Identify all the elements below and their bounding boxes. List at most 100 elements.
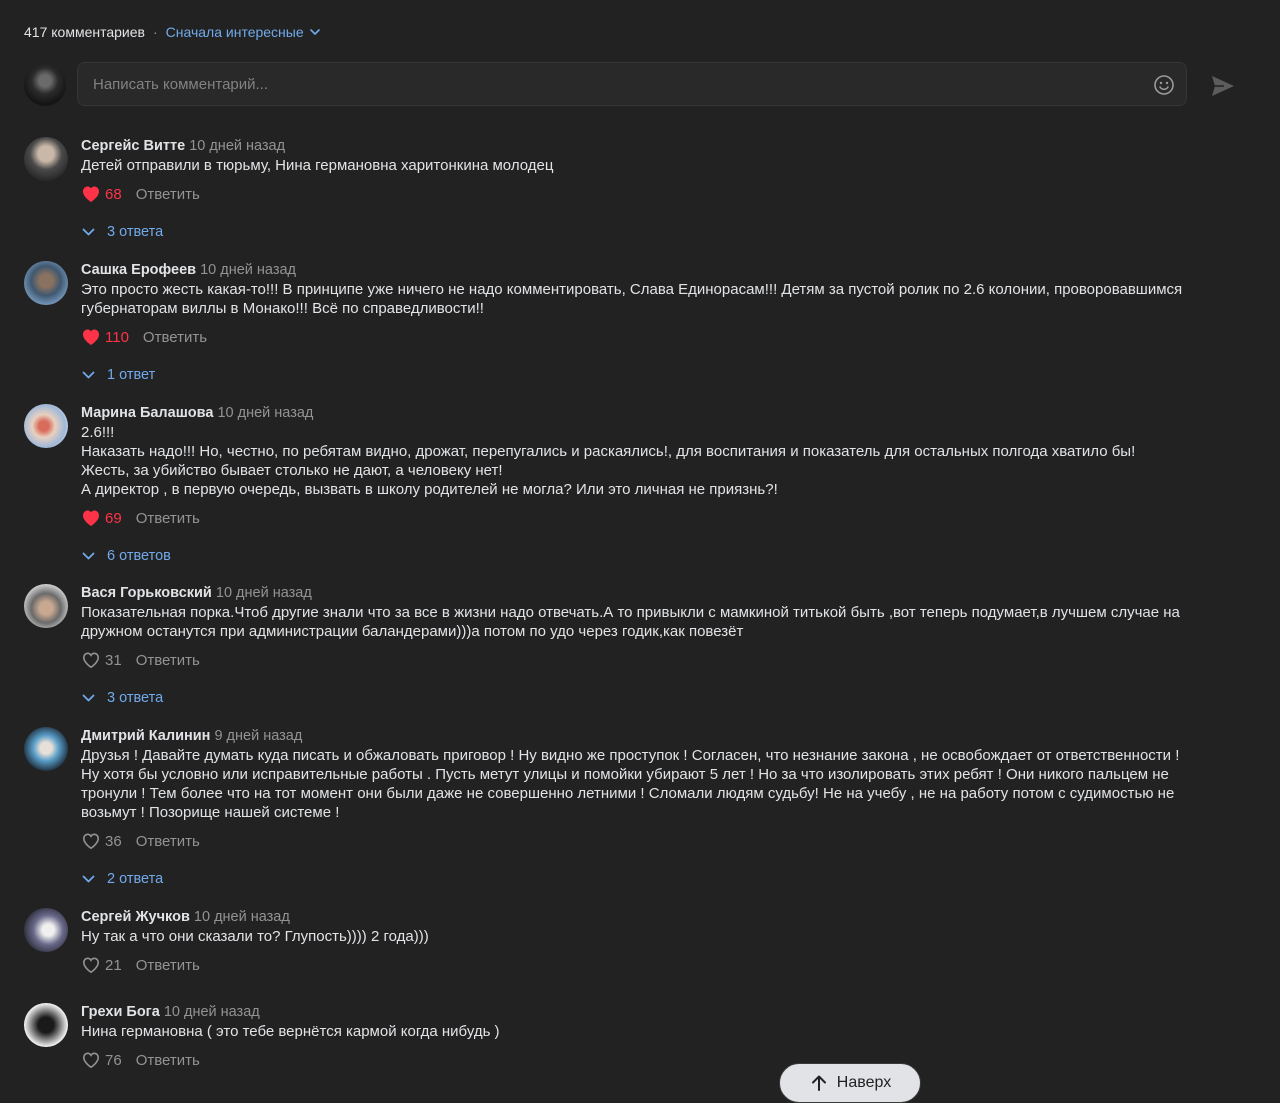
scroll-to-top-label[interactable]: Наверх — [837, 1074, 891, 1092]
show-replies-button[interactable]: 1 ответ — [82, 365, 155, 385]
comment-input-placeholder[interactable]: Написать комментарий... — [93, 76, 268, 93]
comment-author[interactable]: Грехи Бога — [81, 1004, 160, 1020]
avatar[interactable] — [24, 584, 68, 628]
comment-time[interactable]: 10 дней назад — [194, 909, 290, 925]
chevron-down-icon[interactable] — [82, 694, 95, 702]
comment-text: Показательная порка.Чтоб другие знали чт… — [81, 603, 1246, 641]
avatar[interactable] — [24, 404, 68, 448]
heart-filled-icon[interactable] — [81, 328, 101, 346]
comment-author[interactable]: Марина Балашова — [81, 405, 213, 421]
comment-time[interactable]: 10 дней назад — [200, 262, 296, 278]
header-separator: · — [152, 24, 158, 40]
comment-author[interactable]: Вася Горьковский — [81, 585, 212, 601]
replies-count[interactable]: 2 ответа — [107, 871, 163, 887]
chevron-down-icon[interactable] — [309, 29, 320, 35]
comment-text-line: Детей отправили в тюрьму, Нина германовн… — [81, 157, 554, 174]
comment-time[interactable]: 9 дней назад — [214, 728, 302, 744]
comment-compose: Написать комментарий... — [24, 62, 1244, 110]
comment-text-line: дружном останутся при администрации бала… — [81, 623, 744, 640]
reply-button[interactable]: Ответить — [136, 1052, 200, 1069]
comment-actions: 68 Ответить — [81, 184, 200, 204]
like-button[interactable]: 36 — [81, 832, 122, 850]
comment-text: Это просто жесть какая-то!!! В принципе … — [81, 280, 1246, 318]
comment-text-line: Нина германовна ( это тебе вернётся карм… — [81, 1023, 500, 1040]
sort-dropdown[interactable]: Сначала интересные — [166, 24, 320, 40]
heart-outline-icon[interactable] — [81, 1051, 101, 1069]
comment-time[interactable]: 10 дней назад — [217, 405, 313, 421]
like-button[interactable]: 110 — [81, 328, 129, 346]
replies-count[interactable]: 3 ответа — [107, 224, 163, 240]
replies-count[interactable]: 1 ответ — [107, 367, 155, 383]
comment-text-line: Ну так а что они сказали то? Глупость)))… — [81, 928, 429, 945]
like-count: 68 — [105, 185, 122, 203]
comment-author[interactable]: Сергейс Витте — [81, 138, 185, 154]
reply-button[interactable]: Ответить — [136, 186, 200, 203]
sort-label[interactable]: Сначала интересные — [166, 24, 304, 40]
like-count: 110 — [105, 328, 129, 346]
like-button[interactable]: 31 — [81, 651, 122, 669]
comment-text-line: 2.6!!! — [81, 424, 115, 441]
comment-text: Детей отправили в тюрьму, Нина германовн… — [81, 156, 1246, 175]
comments-count: 417 комментариев — [24, 24, 145, 40]
like-count: 31 — [105, 651, 122, 669]
comment-text: Ну так а что они сказали то? Глупость)))… — [81, 927, 1246, 946]
comments-header: 417 комментариев · Сначала интересные — [24, 22, 320, 42]
heart-outline-icon[interactable] — [81, 832, 101, 850]
like-button[interactable]: 68 — [81, 185, 122, 203]
emoji-icon[interactable] — [1152, 73, 1176, 97]
comment-time[interactable]: 10 дней назад — [164, 1004, 260, 1020]
comment-author[interactable]: Дмитрий Калинин — [81, 728, 210, 744]
like-count: 76 — [105, 1051, 122, 1069]
comment-text: Друзья ! Давайте думать куда писать и об… — [81, 746, 1246, 822]
chevron-down-icon[interactable] — [82, 371, 95, 379]
chevron-down-icon[interactable] — [82, 875, 95, 883]
reply-button[interactable]: Ответить — [136, 957, 200, 974]
comment-actions: 36 Ответить — [81, 831, 200, 851]
comment-actions: 69 Ответить — [81, 508, 200, 528]
comment-actions: 76 Ответить — [81, 1050, 200, 1070]
avatar[interactable] — [24, 261, 68, 305]
replies-count[interactable]: 3 ответа — [107, 690, 163, 706]
chevron-down-icon[interactable] — [82, 228, 95, 236]
comment-actions: 21 Ответить — [81, 955, 200, 975]
reply-button[interactable]: Ответить — [136, 652, 200, 669]
heart-outline-icon[interactable] — [81, 651, 101, 669]
comment-text-line: Наказать надо!!! Но, честно, по ребятам … — [81, 443, 1136, 460]
current-user-avatar[interactable] — [24, 64, 66, 106]
scroll-to-top-button[interactable]: Наверх — [779, 1063, 921, 1103]
reply-button[interactable]: Ответить — [136, 510, 200, 527]
reply-button[interactable]: Ответить — [143, 329, 207, 346]
comment-author[interactable]: Сашка Ерофеев — [81, 262, 196, 278]
comment-text-line: Это просто жесть какая-то!!! В принципе … — [81, 281, 1183, 298]
avatar[interactable] — [24, 908, 68, 952]
comment-actions: 31 Ответить — [81, 650, 200, 670]
heart-filled-icon[interactable] — [81, 509, 101, 527]
replies-count[interactable]: 6 ответов — [107, 548, 171, 564]
show-replies-button[interactable]: 2 ответа — [82, 869, 163, 889]
heart-outline-icon[interactable] — [81, 956, 101, 974]
comment-text-line: губернаторам виллы в Монако!!! Всё по сп… — [81, 300, 484, 317]
comment-time[interactable]: 10 дней назад — [189, 138, 285, 154]
avatar[interactable] — [24, 1003, 68, 1047]
like-count: 69 — [105, 509, 122, 527]
comment-text: Нина германовна ( это тебе вернётся карм… — [81, 1022, 1246, 1041]
chevron-down-icon[interactable] — [82, 552, 95, 560]
comment-text-line: Показательная порка.Чтоб другие знали чт… — [81, 604, 1180, 621]
avatar[interactable] — [24, 727, 68, 771]
comment-text-line: Друзья ! Давайте думать куда писать и об… — [81, 747, 1180, 764]
like-button[interactable]: 69 — [81, 509, 122, 527]
comment-author[interactable]: Сергей Жучков — [81, 909, 190, 925]
show-replies-button[interactable]: 6 ответов — [82, 546, 171, 566]
reply-button[interactable]: Ответить — [136, 833, 200, 850]
heart-filled-icon[interactable] — [81, 185, 101, 203]
comment-text-line: возьмут ! Позорище нашей системе ! — [81, 804, 340, 821]
comment-input[interactable]: Написать комментарий... — [77, 62, 1187, 106]
send-icon[interactable] — [1210, 73, 1236, 99]
arrow-up-icon[interactable] — [809, 1073, 829, 1093]
like-button[interactable]: 76 — [81, 1051, 122, 1069]
avatar[interactable] — [24, 137, 68, 181]
show-replies-button[interactable]: 3 ответа — [82, 688, 163, 708]
like-button[interactable]: 21 — [81, 956, 122, 974]
show-replies-button[interactable]: 3 ответа — [82, 222, 163, 242]
comment-time[interactable]: 10 дней назад — [216, 585, 312, 601]
